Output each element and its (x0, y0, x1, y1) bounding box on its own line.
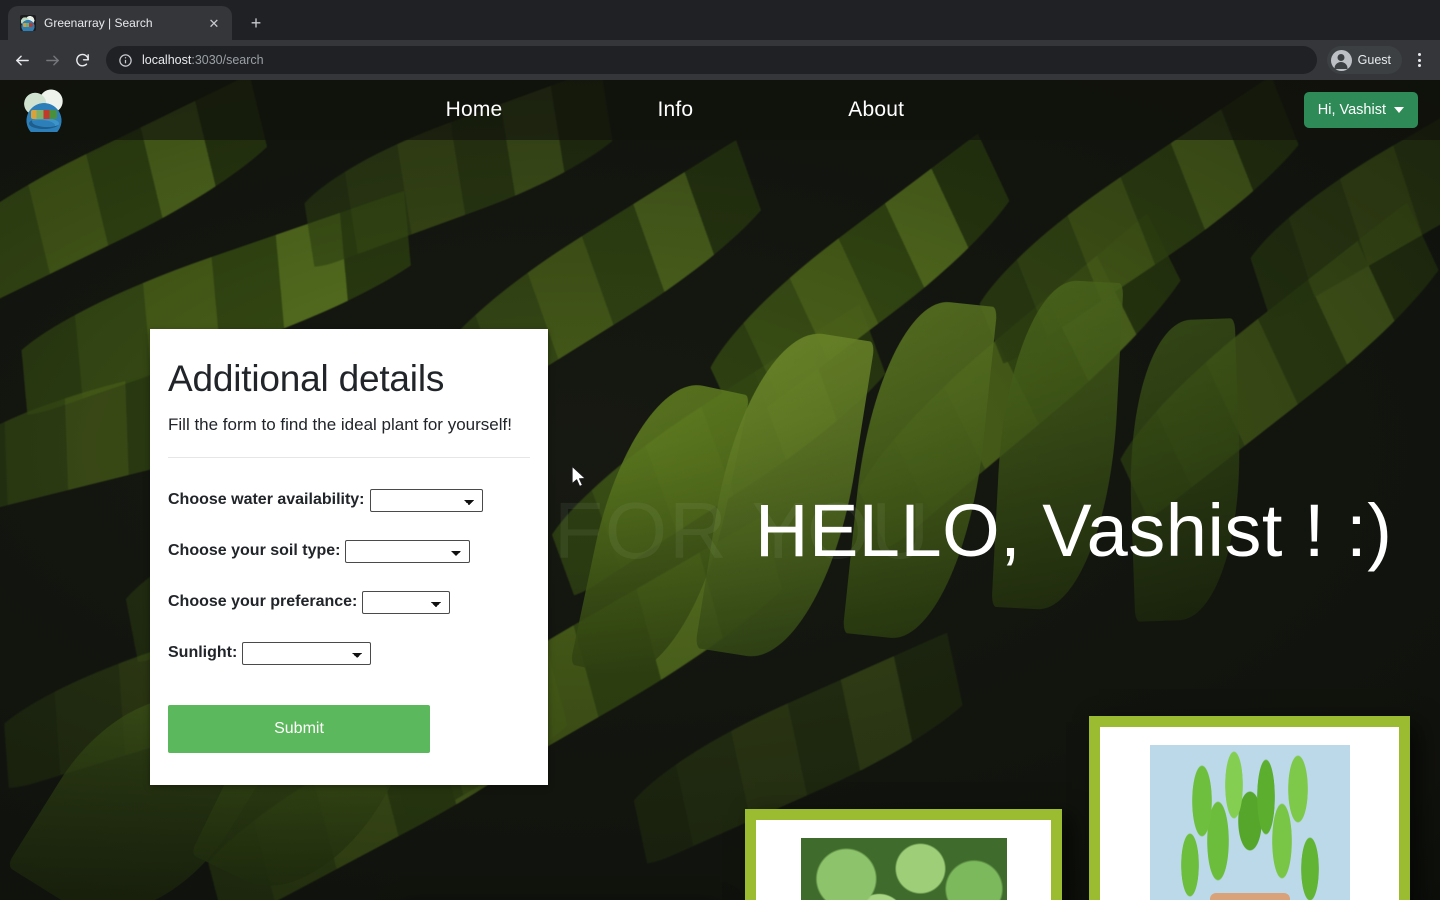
profile-button[interactable]: Guest (1326, 46, 1402, 74)
browser-tab[interactable]: Greenarray | Search ✕ (8, 6, 232, 40)
form-row-preference: Choose your preferance: (168, 590, 530, 614)
reload-icon[interactable] (68, 46, 96, 74)
new-tab-icon[interactable]: + (242, 9, 270, 37)
user-menu-label: Hi, Vashist (1317, 102, 1386, 118)
tab-title: Greenarray | Search (44, 16, 153, 30)
plant-card-chili[interactable] (1089, 716, 1410, 900)
url-host: localhost (142, 53, 192, 67)
site-info-icon[interactable] (118, 53, 133, 68)
address-bar[interactable]: localhost:3030/search (106, 46, 1317, 74)
form-row-water: Choose water availability: (168, 488, 530, 512)
soil-type-label: Choose your soil type: (168, 542, 341, 560)
page-viewport: R FOR YOU Home Info About Hi, Vashist HE… (0, 80, 1440, 900)
user-menu-button[interactable]: Hi, Vashist (1303, 92, 1418, 128)
form-fields: Choose water availability: Choose your s… (150, 488, 548, 665)
site-navbar: Home Info About Hi, Vashist (0, 80, 1440, 140)
url-path: :3030/search (191, 53, 264, 67)
plant-card-inner (756, 820, 1051, 900)
submit-button[interactable]: Submit (168, 704, 430, 753)
nav-link-info[interactable]: Info (657, 98, 693, 122)
forward-icon[interactable] (38, 46, 66, 74)
close-icon[interactable]: ✕ (204, 13, 224, 33)
water-availability-label: Choose water availability: (168, 491, 365, 509)
form-row-soil: Choose your soil type: (168, 539, 530, 563)
brand-logo-icon[interactable] (22, 88, 66, 132)
back-icon[interactable] (8, 46, 36, 74)
mint-plant-photo (800, 838, 1007, 900)
additional-details-form: Additional details Fill the form to find… (150, 329, 548, 785)
plant-card-mint[interactable] (745, 809, 1062, 900)
form-title: Additional details (168, 358, 445, 399)
nav-link-home[interactable]: Home (446, 98, 503, 122)
url-text: localhost:3030/search (142, 53, 264, 67)
preference-select[interactable] (362, 590, 451, 614)
browser-toolbar: localhost:3030/search Guest (0, 40, 1440, 80)
nav-links: Home Info About (46, 98, 1304, 122)
profile-label: Guest (1357, 53, 1391, 67)
form-row-sunlight: Sunlight: (168, 641, 530, 665)
water-availability-select[interactable] (369, 488, 483, 512)
browser-tab-strip: Greenarray | Search ✕ + (0, 0, 1440, 40)
sunlight-label: Sunlight: (168, 644, 238, 662)
chevron-down-icon (1394, 107, 1404, 113)
favicon-icon (20, 15, 36, 31)
sunlight-select[interactable] (242, 641, 372, 665)
browser-window: Greenarray | Search ✕ + localhost:3030/s… (0, 0, 1440, 900)
divider (168, 456, 530, 458)
browser-menu-icon[interactable] (1406, 47, 1432, 73)
preference-label: Choose your preferance: (168, 593, 358, 611)
nav-link-about[interactable]: About (848, 98, 904, 122)
soil-type-select[interactable] (345, 539, 471, 563)
plant-card-inner (1100, 727, 1399, 900)
avatar (1330, 49, 1352, 71)
chili-plant-photo (1149, 745, 1350, 900)
form-subtitle: Fill the form to find the ideal plant fo… (168, 414, 512, 434)
